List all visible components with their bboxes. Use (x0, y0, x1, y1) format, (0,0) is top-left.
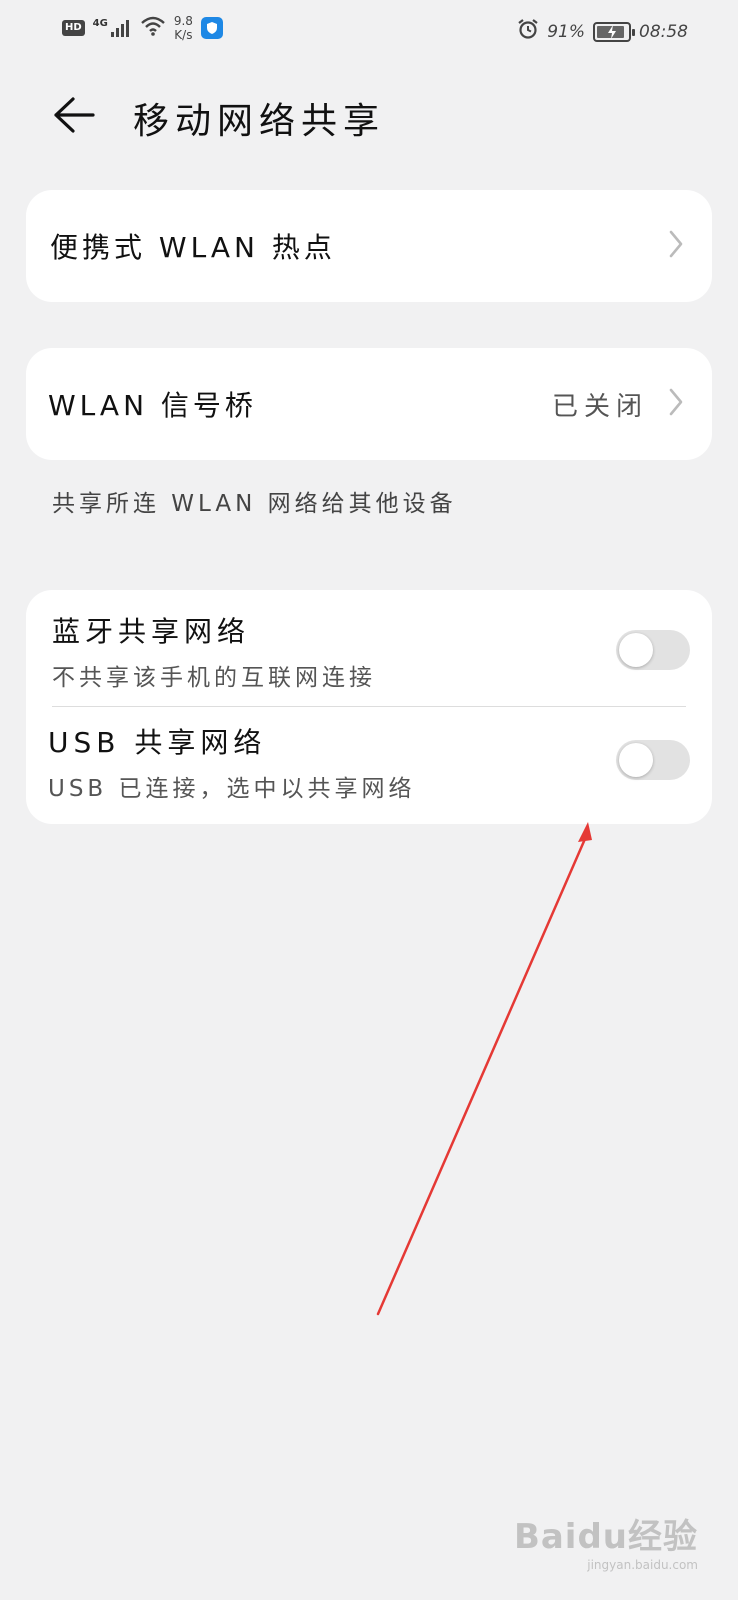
bluetooth-tethering-switch[interactable] (616, 630, 690, 670)
bluetooth-tethering-row[interactable]: 蓝牙共享网络 不共享该手机的互联网连接 (26, 590, 712, 700)
usb-tethering-switch[interactable] (616, 740, 690, 780)
alarm-icon (517, 18, 539, 45)
usb-tethering-subtitle: USB 已连接，选中以共享网络 (48, 776, 416, 802)
wlan-bridge-row[interactable]: WLAN 信号桥 已关闭 (26, 348, 712, 460)
usb-tethering-title: USB 共享网络 (48, 726, 267, 759)
chevron-right-icon (668, 387, 684, 421)
usb-tethering-row[interactable]: USB 共享网络 USB 已连接，选中以共享网络 (26, 707, 712, 817)
cellular-signal-icon: 4G (93, 18, 132, 38)
hd-badge: HD (62, 20, 85, 36)
hotspot-row[interactable]: 便携式 WLAN 热点 (26, 190, 712, 302)
tethering-card: 蓝牙共享网络 不共享该手机的互联网连接 USB 共享网络 USB 已连接，选中以… (26, 590, 712, 824)
wlan-bridge-card[interactable]: WLAN 信号桥 已关闭 (26, 348, 712, 460)
watermark: Baidu经验 jingyan.baidu.com (514, 1509, 698, 1572)
back-button[interactable] (48, 90, 98, 140)
battery-icon (593, 21, 635, 42)
shield-icon (200, 17, 223, 39)
bluetooth-tethering-title: 蓝牙共享网络 (52, 615, 251, 648)
page-title: 移动网络共享 (133, 101, 386, 142)
hotspot-label: 便携式 WLAN 热点 (50, 231, 336, 264)
watermark-url: jingyan.baidu.com (587, 1558, 698, 1572)
app-bar: 移动网络共享 (0, 80, 738, 150)
status-bar-right: 91% 08:58 (517, 18, 688, 45)
screen: HD 4G 9.8 K/s 91% 08:58 移动网络共享 便携式 WLAN … (0, 0, 738, 1600)
back-arrow-icon (54, 97, 95, 133)
network-type-label: 4G (92, 18, 108, 29)
network-speed: 9.8 K/s (174, 14, 193, 42)
wlan-bridge-status: 已关闭 (551, 391, 648, 422)
status-bar: HD 4G 9.8 K/s 91% 08:58 (0, 0, 738, 60)
watermark-logo: Baidu经验 (513, 1517, 698, 1557)
hotspot-card[interactable]: 便携式 WLAN 热点 (26, 190, 712, 302)
bluetooth-tethering-subtitle: 不共享该手机的互联网连接 (52, 665, 376, 691)
status-bar-left: HD 4G 9.8 K/s (62, 14, 223, 42)
wlan-bridge-label: WLAN 信号桥 (48, 389, 257, 422)
chevron-right-icon (668, 229, 684, 263)
switch-knob (619, 633, 653, 667)
battery-percent: 91% (547, 21, 585, 42)
wlan-bridge-hint: 共享所连 WLAN 网络给其他设备 (52, 491, 457, 517)
wifi-icon (140, 15, 166, 41)
network-speed-unit: K/s (174, 28, 193, 42)
network-speed-value: 9.8 (173, 14, 193, 28)
switch-knob (619, 743, 653, 777)
clock: 08:58 (639, 21, 688, 42)
